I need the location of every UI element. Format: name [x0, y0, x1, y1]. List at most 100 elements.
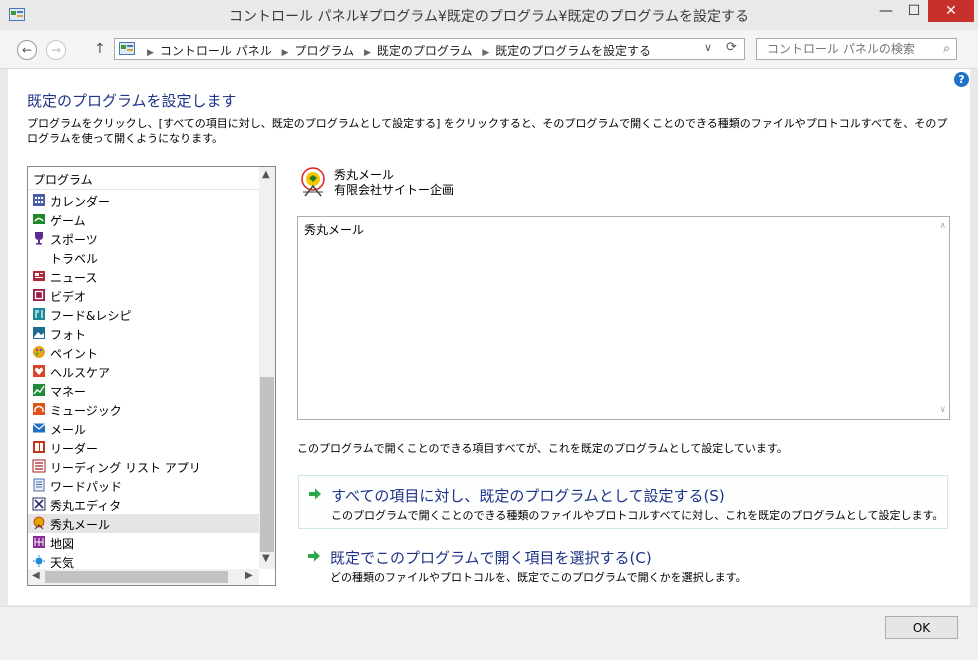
program-list-item-label: ワードパッド	[50, 480, 123, 494]
program-list-item[interactable]: ヘルスケア	[28, 362, 260, 381]
choose-defaults-button[interactable]: 既定でこのプログラムで開く項目を選択する(C) どの種類のファイルやプロトコルを…	[298, 538, 948, 592]
scroll-down-icon[interactable]: ▼	[262, 553, 270, 564]
gamepad-icon	[33, 214, 45, 224]
minimize-button[interactable]: —	[870, 0, 902, 22]
forward-button[interactable]: →	[46, 40, 66, 60]
hidemaru-mail-icon	[33, 516, 45, 530]
status-text: このプログラムで開くことのできる項目すべてが、これを既定のプログラムとして設定し…	[297, 442, 788, 455]
program-list-item-label: ビデオ	[50, 290, 87, 304]
chevron-down-icon[interactable]: ∨	[704, 41, 712, 54]
calendar-icon	[33, 194, 45, 206]
command-title: 既定でこのプログラムで開く項目を選択する(C)	[330, 549, 652, 567]
program-list-item-label: フード&レシピ	[50, 309, 132, 323]
program-list-item[interactable]: ワードパッド	[28, 476, 260, 495]
program-list-item-label: リーディング リスト アプリ	[50, 461, 201, 475]
search-input[interactable]	[765, 41, 939, 57]
program-list-item[interactable]: フォト	[28, 324, 260, 343]
page-title: 既定のプログラムを設定します	[27, 92, 237, 110]
reader-icon	[33, 441, 45, 453]
window-title: コントロール パネル¥プログラム¥既定のプログラム¥既定のプログラムを設定する	[229, 9, 749, 25]
program-list-item[interactable]: カレンダー	[28, 191, 260, 210]
control-panel-icon	[119, 42, 135, 55]
close-button[interactable]: ✕	[928, 0, 974, 22]
scroll-down-icon: ∨	[939, 405, 946, 415]
palette-icon	[33, 346, 45, 358]
command-title: すべての項目に対し、既定のプログラムとして設定する(S)	[331, 487, 725, 505]
breadcrumb-item[interactable]: プログラム	[295, 44, 355, 58]
breadcrumb-item[interactable]: 既定のプログラムを設定する	[495, 44, 651, 58]
reading-list-icon	[32, 459, 46, 473]
program-list-item[interactable]: フード&レシピ	[28, 305, 260, 324]
program-list-item[interactable]: ビデオ	[28, 286, 260, 305]
wordpad-icon	[33, 478, 45, 492]
program-description: 秀丸メール	[304, 223, 365, 237]
program-list-item-label: フォト	[50, 328, 87, 342]
chevron-right-icon: ▶	[147, 48, 154, 58]
main-content: ? 既定のプログラムを設定します プログラムをクリックし、[すべての項目に対し、…	[8, 69, 970, 605]
program-list-item[interactable]: リーディング リスト アプリ	[28, 457, 260, 476]
scroll-left-icon[interactable]: ◀	[32, 570, 40, 581]
program-list-item-label: リーダー	[50, 442, 99, 456]
address-bar[interactable]: ▶ コントロール パネル ▶ プログラム ▶ 既定のプログラム ▶ 既定のプログラムを設…	[114, 38, 745, 60]
none	[32, 250, 46, 264]
search-icon[interactable]: ⌕	[943, 41, 950, 56]
program-list-item[interactable]: メール	[28, 419, 260, 438]
breadcrumb-item[interactable]: 既定のプログラム	[377, 44, 473, 58]
vertical-scrollbar[interactable]: ▲ ▼	[259, 167, 275, 569]
horizontal-scrollbar[interactable]: ◀ ▶	[28, 569, 259, 585]
program-list-item-label: ミュージック	[50, 404, 122, 418]
fork-knife-icon	[33, 308, 45, 320]
program-list-item[interactable]: スポーツ	[28, 229, 260, 248]
list-column-header[interactable]: プログラム ^	[28, 167, 260, 190]
program-list-item[interactable]: マネー	[28, 381, 260, 400]
program-list-item-label: メール	[50, 423, 87, 437]
breadcrumb-item[interactable]: コントロール パネル	[160, 44, 272, 58]
scrollbar-thumb[interactable]	[45, 571, 228, 583]
program-list-item[interactable]: ニュース	[28, 267, 260, 286]
mail-icon	[32, 423, 46, 433]
chevron-right-icon: ▶	[281, 48, 289, 58]
green-arrow-icon	[309, 488, 321, 500]
program-list-item[interactable]: 秀丸メール	[28, 514, 260, 533]
scroll-up-icon[interactable]: ▲	[262, 169, 270, 180]
scrollbar-thumb[interactable]	[260, 377, 274, 552]
scroll-right-icon[interactable]: ▶	[245, 570, 253, 581]
back-button[interactable]: ←	[17, 40, 37, 60]
program-list-item-label: マネー	[50, 385, 87, 399]
program-list-item[interactable]: トラベル	[28, 248, 260, 267]
weather-icon	[33, 555, 45, 567]
help-icon[interactable]: ?	[954, 72, 969, 87]
search-box[interactable]: ⌕	[756, 38, 957, 60]
program-list-item[interactable]: 地図	[28, 533, 260, 552]
program-list-item[interactable]: リーダー	[28, 438, 260, 457]
green-arrow-icon	[308, 550, 320, 562]
program-list[interactable]: プログラム ^ カレンダーゲームスポーツトラベルニュースビデオフード&レシピ フォ…	[27, 166, 276, 586]
map-icon	[33, 536, 45, 548]
program-list-item[interactable]: ゲーム	[28, 210, 260, 229]
news-icon	[33, 271, 45, 281]
page-description: プログラムをクリックし、[すべての項目に対し、既定のプログラムとして設定する] …	[27, 117, 948, 145]
program-list-item-label: スポーツ	[50, 233, 98, 247]
program-company: 有限会社サイトー企画	[334, 183, 455, 197]
program-list-item[interactable]: ペイント	[28, 343, 260, 362]
set-default-all-button[interactable]: すべての項目に対し、既定のプログラムとして設定する(S) このプログラムで開くこ…	[298, 475, 948, 529]
ok-button[interactable]: OK	[885, 616, 958, 639]
program-list-item-label: トラベル	[50, 252, 99, 266]
program-list-item-label: ゲーム	[50, 214, 86, 228]
hidemaru-mail-icon	[301, 167, 325, 197]
program-list-items: カレンダーゲームスポーツトラベルニュースビデオフード&レシピ フォトペイント ヘルス…	[28, 191, 260, 571]
photo-icon	[33, 327, 45, 339]
sort-ascending-icon: ^	[147, 166, 155, 174]
maximize-button[interactable]: ☐	[900, 0, 928, 22]
program-list-item-label: ニュース	[50, 271, 98, 285]
command-subtitle: このプログラムで開くことのできる種類のファイルやプロトコルすべてに対し、これを既…	[331, 509, 944, 522]
program-description-box: 秀丸メール ∧ ∨	[297, 216, 950, 420]
up-button[interactable]: ↑	[94, 41, 106, 57]
breadcrumb: ▶ コントロール パネル ▶ プログラム ▶ 既定のプログラム ▶ 既定のプログラムを設…	[141, 42, 651, 59]
program-list-item[interactable]: 秀丸エディタ	[28, 495, 260, 514]
headphones-icon	[33, 403, 45, 415]
program-list-item-label: ペイント	[50, 347, 99, 361]
navigation-bar: ← → ↑ ▶ コントロール パネル ▶ プログラム ▶ 既定のプログラム ▶ 既定のプ…	[0, 30, 978, 69]
refresh-icon[interactable]: ⟳	[726, 40, 737, 55]
program-list-item[interactable]: ミュージック	[28, 400, 260, 419]
